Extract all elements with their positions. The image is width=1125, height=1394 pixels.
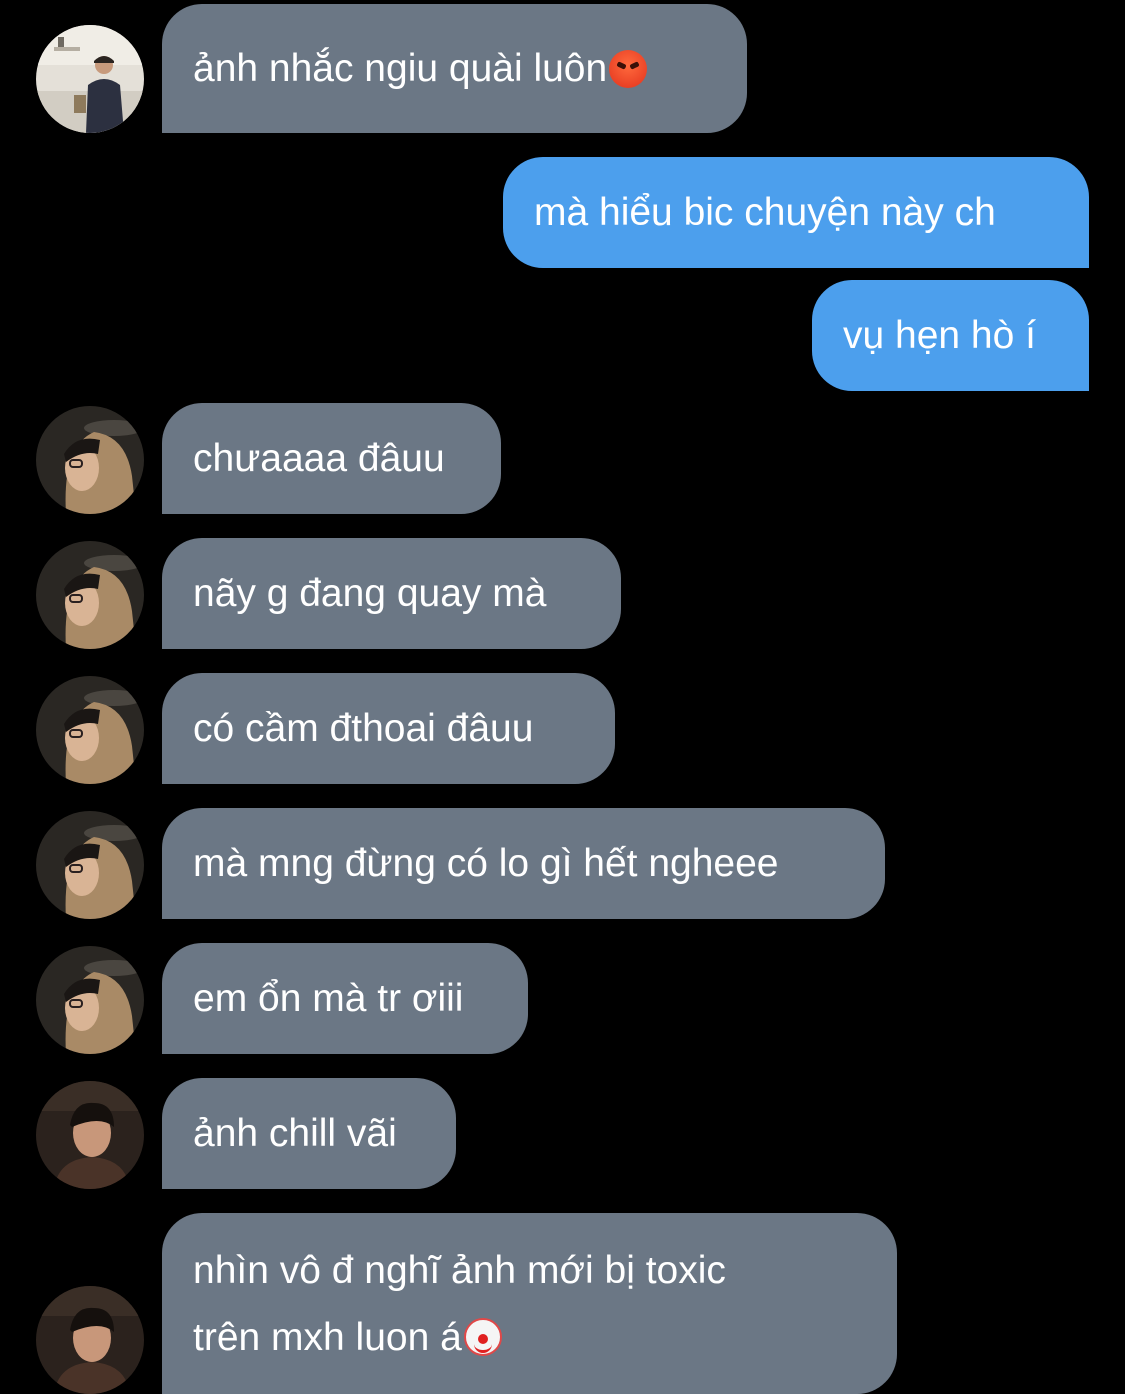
message-bubble[interactable]: mà mng đừng có lo gì hết ngheee: [162, 808, 885, 919]
avatar[interactable]: [36, 676, 144, 784]
message-text: trên mxh luon á: [193, 1315, 462, 1359]
message-bubble[interactable]: có cầm đthoai đâuu: [162, 673, 615, 784]
message-text: ảnh nhắc ngiu quài luôn: [193, 46, 608, 90]
avatar[interactable]: [36, 25, 144, 133]
message-text: mà hiểu bic chuyện này ch: [534, 190, 996, 234]
message-text: nãy g đang quay mà: [193, 571, 547, 615]
message-bubble[interactable]: vụ hẹn hò í: [812, 280, 1089, 391]
message-text: có cầm đthoai đâuu: [193, 706, 534, 750]
message-bubble[interactable]: mà hiểu bic chuyện này ch: [503, 157, 1089, 268]
message-text: vụ hẹn hò í: [843, 313, 1036, 357]
avatar[interactable]: [36, 1286, 144, 1394]
message-text: em ổn mà tr ơiii: [193, 976, 464, 1020]
avatar[interactable]: [36, 1081, 144, 1189]
message-bubble[interactable]: nãy g đang quay mà: [162, 538, 621, 649]
message-text-line: trên mxh luon á: [193, 1304, 502, 1371]
message-text: ảnh chill vãi: [193, 1111, 397, 1155]
clown-face-icon: [463, 1317, 502, 1356]
angry-face-icon: [609, 49, 648, 88]
message-text: chưaaaa đâuu: [193, 436, 445, 480]
message-bubble[interactable]: ảnh nhắc ngiu quài luôn: [162, 4, 747, 133]
message-bubble[interactable]: nhìn vô đ nghĩ ảnh mới bị toxic trên mxh…: [162, 1213, 897, 1394]
chat-thread: ảnh nhắc ngiu quài luôn mà hiểu bic chuy…: [0, 0, 1125, 1394]
message-bubble[interactable]: ảnh chill vãi: [162, 1078, 456, 1189]
message-bubble[interactable]: chưaaaa đâuu: [162, 403, 501, 514]
message-bubble[interactable]: em ổn mà tr ơiii: [162, 943, 528, 1054]
avatar[interactable]: [36, 541, 144, 649]
avatar[interactable]: [36, 946, 144, 1054]
avatar[interactable]: [36, 811, 144, 919]
message-text: mà mng đừng có lo gì hết ngheee: [193, 841, 779, 885]
avatar[interactable]: [36, 406, 144, 514]
message-text-line: nhìn vô đ nghĩ ảnh mới bị toxic: [193, 1248, 726, 1292]
